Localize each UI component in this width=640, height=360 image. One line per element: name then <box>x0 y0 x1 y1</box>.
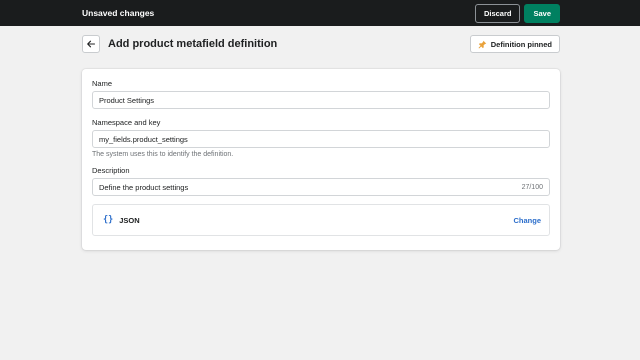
description-field-group: Description Define the product settings … <box>92 166 550 196</box>
change-type-link[interactable]: Change <box>513 216 541 225</box>
json-braces-icon: {} <box>103 215 114 225</box>
description-label: Description <box>92 166 130 175</box>
definition-pinned-button[interactable]: Definition pinned <box>469 35 560 53</box>
character-counter: 27/100 <box>521 183 543 191</box>
name-input[interactable]: Product Settings <box>92 91 550 109</box>
discard-button[interactable]: Discard <box>474 3 521 23</box>
type-info: {} JSON <box>103 215 140 225</box>
name-input-value: Product Settings <box>99 95 155 105</box>
definition-pinned-label: Definition pinned <box>490 39 552 49</box>
namespace-field-group: Namespace and key my_fields.product_sett… <box>92 118 550 158</box>
name-field-group: Name Product Settings <box>92 79 550 109</box>
page-header: Add product metafield definition Definit… <box>82 34 560 54</box>
back-button[interactable] <box>82 35 100 53</box>
save-button[interactable]: Save <box>524 3 560 23</box>
definition-form-card: Name Product Settings Namespace and key … <box>82 69 560 250</box>
header-left: Add product metafield definition <box>82 35 277 53</box>
arrow-left-icon <box>87 40 96 48</box>
description-input-value: Define the product settings <box>99 182 189 192</box>
type-selector: {} JSON Change <box>92 204 550 236</box>
type-label: JSON <box>119 215 140 225</box>
namespace-help-text: The system uses this to identify the def… <box>92 151 234 158</box>
save-bar-actions: Discard Save <box>474 3 560 23</box>
namespace-input-value: my_fields.product_settings <box>99 134 188 144</box>
contextual-save-bar: Unsaved changes Discard Save <box>0 0 640 26</box>
unsaved-changes-title: Unsaved changes <box>82 8 155 18</box>
page-title: Add product metafield definition <box>108 38 278 50</box>
namespace-key-input[interactable]: my_fields.product_settings <box>92 130 550 148</box>
description-input[interactable]: Define the product settings 27/100 <box>92 178 550 196</box>
namespace-label: Namespace and key <box>92 118 161 127</box>
name-label: Name <box>92 79 113 88</box>
pin-icon <box>478 40 487 48</box>
